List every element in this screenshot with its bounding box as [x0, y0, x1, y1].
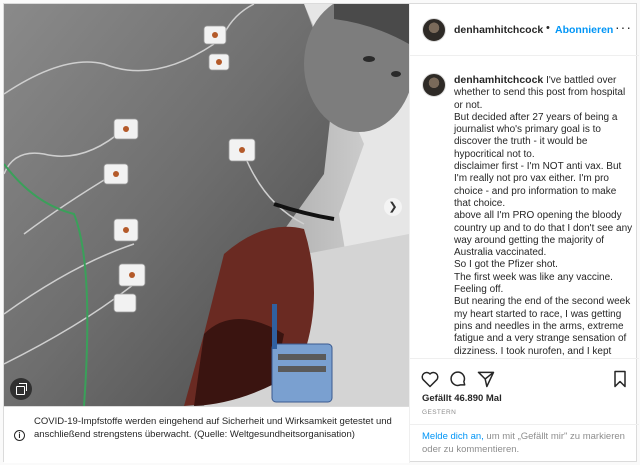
caption-line: The first week was like any vaccine. Fee…	[454, 271, 613, 296]
action-bar: Gefällt 46.890 Mal GESTERN	[410, 358, 639, 416]
heart-icon[interactable]	[420, 369, 440, 389]
caption-line: above all I'm PRO opening the bloody cou…	[454, 210, 633, 259]
more-options-icon[interactable]: ···	[615, 19, 632, 35]
follow-button[interactable]: Abonnieren	[555, 24, 613, 36]
instagram-post-window: ❯ i COVID-19-Impfstoffe werden eingehend…	[3, 3, 639, 463]
info-icon: i	[14, 430, 25, 441]
covid-info-text: COVID-19-Impfstoffe werden eingehend auf…	[34, 416, 392, 440]
caption-line: So I got the Pfizer shot.	[454, 259, 558, 271]
caption-text: denhamhitchcock I've battled over whethe…	[454, 74, 634, 358]
caption-line: But nearing the end of the second week m…	[454, 296, 631, 358]
bookmark-icon[interactable]	[610, 369, 630, 389]
post-photo-image	[4, 4, 409, 406]
covid-info-notice: i COVID-19-Impfstoffe werden eingehend a…	[4, 406, 409, 463]
username-link[interactable]: denhamhitchcock	[454, 24, 543, 36]
login-prompt: Melde dich an, um mit „Gefällt mir" zu m…	[410, 424, 639, 463]
caption-avatar[interactable]	[422, 73, 446, 97]
separator-dot: •	[546, 22, 550, 34]
likes-count[interactable]: Gefällt 46.890 Mal	[422, 393, 502, 404]
post-photo[interactable]: ❯	[4, 4, 409, 406]
chevron-right-icon[interactable]: ❯	[384, 198, 402, 216]
login-link[interactable]: Melde dich an,	[422, 431, 484, 442]
caption-line: But decided after 27 years of being a jo…	[454, 111, 618, 160]
comment-icon[interactable]	[448, 369, 468, 389]
caption-area: denhamhitchcock I've battled over whethe…	[410, 56, 639, 358]
post-header: denhamhitchcock • Abonnieren ···	[410, 4, 639, 56]
caption-line: disclaimer first - I'm NOT anti vax. But…	[454, 161, 622, 209]
avatar[interactable]	[422, 18, 446, 42]
post-side-panel: denhamhitchcock • Abonnieren ··· denhamh…	[409, 4, 639, 463]
post-date: GESTERN	[422, 409, 457, 416]
caption-username[interactable]: denhamhitchcock	[454, 74, 543, 86]
share-icon[interactable]	[476, 369, 496, 389]
carousel-icon	[10, 378, 32, 400]
